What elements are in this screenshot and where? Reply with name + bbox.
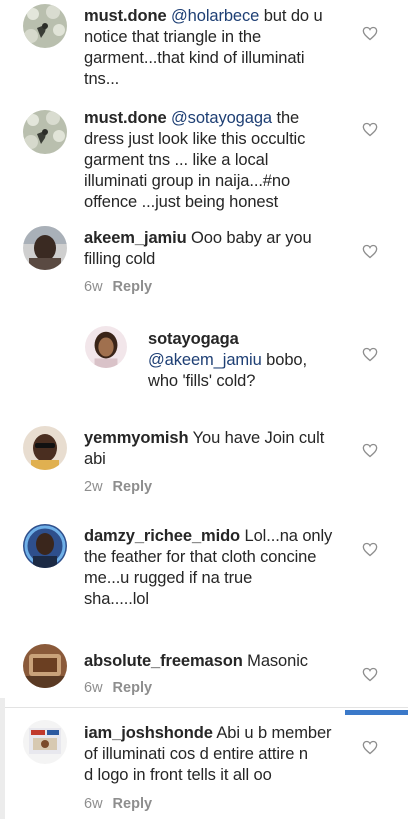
comment-body-line: the feather for that cloth concine <box>84 548 317 566</box>
comment-text: yemmyomish You have Join cult abi <box>84 428 374 470</box>
comment-username[interactable]: sotayogaga <box>148 330 239 348</box>
comment-mention[interactable]: @holarbece <box>171 7 259 25</box>
comment-text: damzy_richee_mido Lol...na only the feat… <box>84 526 379 610</box>
comment-item: must.done @sotayogaga the dress just loo… <box>0 103 408 213</box>
section-divider <box>0 707 408 708</box>
heart-outline-icon[interactable] <box>362 26 378 41</box>
comment-body-line: of illuminati cos d entire attire n <box>84 745 308 763</box>
comment-meta: 2w Reply <box>84 479 152 495</box>
avatar[interactable] <box>23 524 67 568</box>
comment-username[interactable]: yemmyomish <box>84 429 189 447</box>
comment-body-line: dress just look like this occultic <box>84 130 306 148</box>
comment-body-line: bobo, <box>266 351 307 369</box>
comment-item: akeem_jamiu Ooo baby ar you filling cold… <box>0 222 408 312</box>
comment-body-line: d logo in front tells it all oo <box>84 766 272 784</box>
avatar[interactable] <box>85 326 127 368</box>
comment-body-line: illuminati group in naija...#no <box>84 172 291 190</box>
avatar[interactable] <box>23 4 67 48</box>
heart-outline-icon[interactable] <box>362 740 378 755</box>
comment-username[interactable]: akeem_jamiu <box>84 229 187 247</box>
comment-item: yemmyomish You have Join cult abi 2w Repl… <box>0 420 408 510</box>
comment-body-line: garment tns ... like a local <box>84 151 269 169</box>
avatar[interactable] <box>23 720 67 764</box>
comment-text: akeem_jamiu Ooo baby ar you filling cold <box>84 228 374 270</box>
comment-text: absolute_freemason Masonic <box>84 651 374 672</box>
comment-username[interactable]: must.done <box>84 7 167 25</box>
reply-button[interactable]: Reply <box>113 479 153 495</box>
comment-body-line: You have Join cult <box>192 429 325 447</box>
comment-mention[interactable]: @sotayogaga <box>171 109 272 127</box>
comment-body-line: tns... <box>84 70 120 88</box>
comment-meta: 6w Reply <box>84 680 152 696</box>
comment-body-line: filling cold <box>84 250 156 268</box>
comment-username[interactable]: iam_joshshonde <box>84 724 213 742</box>
avatar[interactable] <box>23 426 67 470</box>
heart-outline-icon[interactable] <box>362 443 378 458</box>
comment-text: iam_joshshonde Abi u b member of illumin… <box>84 723 374 786</box>
heart-outline-icon[interactable] <box>362 667 378 682</box>
heart-outline-icon[interactable] <box>362 347 378 362</box>
comment-item: absolute_freemason Masonic 6w Reply <box>0 640 408 705</box>
comment-meta: 6w Reply <box>84 796 152 812</box>
comment-body-line: Masonic <box>247 652 308 670</box>
comment-item: must.done @holarbece but do u notice tha… <box>0 0 408 100</box>
comment-body-line: notice that triangle in the <box>84 28 262 46</box>
comment-body-line: who 'fills' cold? <box>148 372 256 390</box>
avatar[interactable] <box>23 110 67 154</box>
avatar[interactable] <box>23 226 67 270</box>
comment-timestamp: 2w <box>84 479 103 495</box>
reply-comment-item: sotayogaga @akeem_jamiu bobo, who 'fills… <box>0 322 408 412</box>
comment-meta: 6w Reply <box>84 279 152 295</box>
comment-body-line: Abi u b member <box>216 724 332 742</box>
comment-username[interactable]: damzy_richee_mido <box>84 527 240 545</box>
comment-timestamp: 6w <box>84 279 103 295</box>
heart-outline-icon[interactable] <box>362 244 378 259</box>
reply-button[interactable]: Reply <box>113 680 153 696</box>
comment-body-line: garment...that kind of illuminati <box>84 49 305 67</box>
avatar[interactable] <box>23 644 67 688</box>
comment-body-line: offence ...just being honest <box>84 193 279 211</box>
comment-body-line: sha.....lol <box>84 590 149 608</box>
comment-body-line: Lol...na only <box>244 527 333 545</box>
comment-body-line: Ooo baby ar you <box>191 229 312 247</box>
comment-item: iam_joshshonde Abi u b member of illumin… <box>0 714 408 819</box>
comment-body-line: me...u rugged if na true <box>84 569 253 587</box>
comment-text: must.done @holarbece but do u notice tha… <box>84 6 374 90</box>
comment-text: sotayogaga @akeem_jamiu bobo, who 'fills… <box>148 329 363 392</box>
comment-body-line: the <box>276 109 300 127</box>
comment-timestamp: 6w <box>84 796 103 812</box>
comment-timestamp: 6w <box>84 680 103 696</box>
comment-body-line: but do u <box>263 7 323 25</box>
reply-button[interactable]: Reply <box>113 279 153 295</box>
comment-item: damzy_richee_mido Lol...na only the feat… <box>0 518 408 628</box>
heart-outline-icon[interactable] <box>362 122 378 137</box>
heart-outline-icon[interactable] <box>362 542 378 557</box>
comment-username[interactable]: must.done <box>84 109 167 127</box>
comment-mention[interactable]: @akeem_jamiu <box>148 351 262 369</box>
comment-body-line: abi <box>84 450 106 468</box>
reply-button[interactable]: Reply <box>113 796 153 812</box>
comment-text: must.done @sotayogaga the dress just loo… <box>84 108 374 213</box>
comment-username[interactable]: absolute_freemason <box>84 652 243 670</box>
